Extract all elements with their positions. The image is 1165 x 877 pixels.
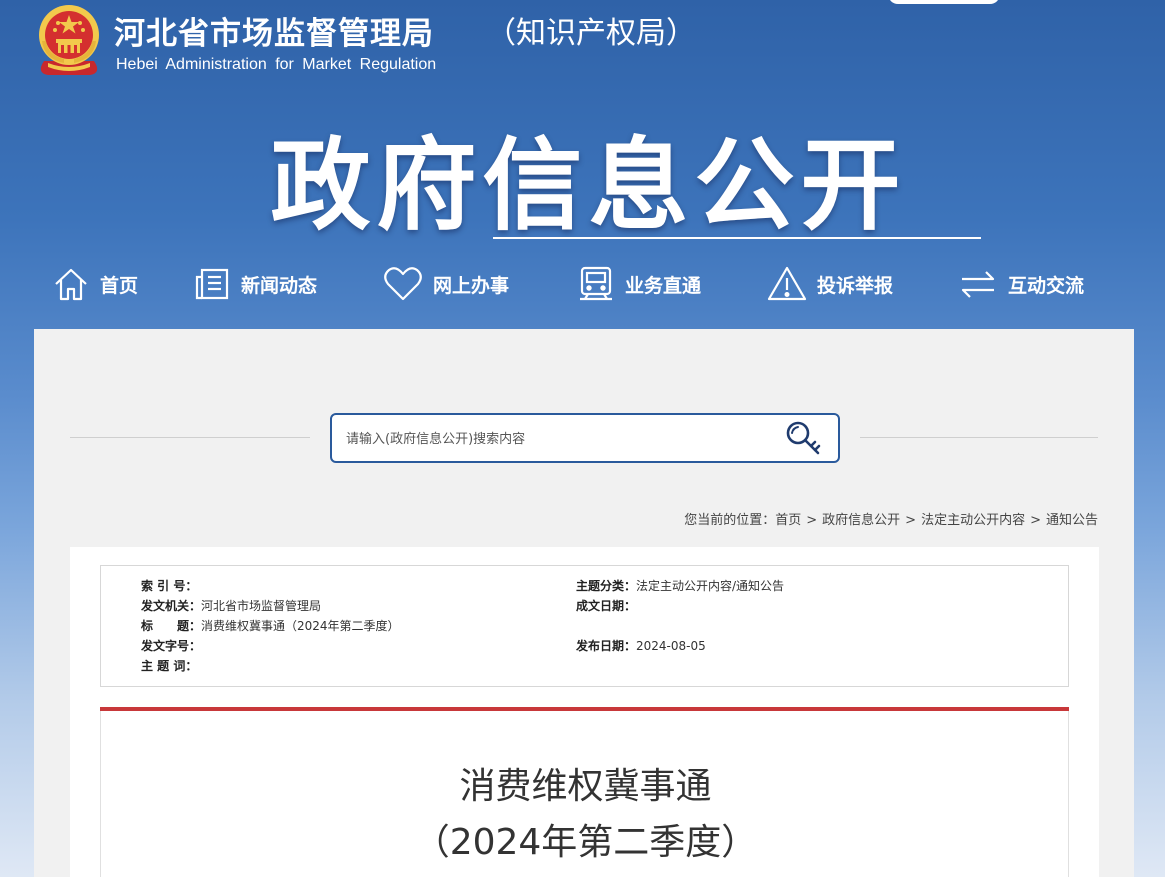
- meta-keywords-label: 主 题 词：: [141, 659, 198, 673]
- heart-icon: [384, 267, 422, 301]
- key-search-icon: [786, 421, 821, 455]
- search-divider-left: [70, 437, 310, 438]
- meta-title-label: 标 题：: [141, 619, 202, 633]
- site-subtitle: （知识产权局）: [486, 16, 696, 51]
- article-subtitle: （2024年第二季度）: [413, 822, 758, 863]
- warning-icon: [767, 266, 807, 301]
- train-icon: [580, 266, 612, 301]
- section-title: 政府信息公开: [270, 127, 907, 244]
- nav-business-direct[interactable]: 业务直通: [577, 262, 701, 306]
- top-login-pill[interactable]: [888, 0, 1000, 4]
- breadcrumb-separator: >: [1030, 513, 1041, 528]
- search-input[interactable]: [346, 427, 766, 451]
- breadcrumb-home[interactable]: 首页: [775, 513, 801, 528]
- home-icon: [55, 268, 87, 301]
- nav-interaction[interactable]: 互动交流: [958, 262, 1084, 306]
- article-body: 消费维权冀事通 （2024年第二季度）: [100, 711, 1069, 877]
- article-title: 消费维权冀事通: [459, 766, 712, 807]
- breadcrumb-separator: >: [905, 513, 917, 528]
- nav-complaints[interactable]: 投诉举报: [767, 262, 893, 306]
- nav-label: 首页: [100, 274, 139, 297]
- meta-docno: 发文字号：: [141, 636, 201, 656]
- meta-index: 索 引 号：: [141, 576, 197, 596]
- nav-label: 投诉举报: [817, 274, 894, 297]
- site-header: 河北省市场监督管理局 （知识产权局） Hebei Administration …: [0, 0, 1165, 330]
- meta-created-label: 成文日期：: [576, 599, 637, 613]
- search-divider-right: [860, 437, 1098, 438]
- breadcrumb-separator: >: [806, 513, 818, 528]
- national-emblem-icon: [39, 5, 99, 75]
- news-icon: [195, 268, 229, 300]
- search-button[interactable]: [784, 419, 824, 459]
- meta-created: 成文日期：: [576, 596, 636, 616]
- meta-title: 标 题：消费维权冀事通（2024年第二季度）: [141, 616, 400, 636]
- breadcrumb: 您当前的位置：首页 > 政府信息公开 > 法定主动公开内容 > 通知公告: [684, 509, 1098, 528]
- exchange-icon: [961, 271, 995, 298]
- meta-published: 发布日期：2024-08-05: [576, 636, 706, 656]
- breadcrumb-notices[interactable]: 通知公告: [1046, 513, 1098, 528]
- main-content: 您当前的位置：首页 > 政府信息公开 > 法定主动公开内容 > 通知公告 索 引 号： 主题…: [34, 329, 1134, 877]
- meta-category-value: 法定主动公开内容/通知公告: [636, 579, 785, 593]
- site-name-en: Hebei Administration for Market Regulati…: [116, 56, 437, 73]
- breadcrumb-gov-info[interactable]: 政府信息公开: [822, 513, 900, 528]
- meta-published-value: 2024-08-05: [636, 639, 706, 653]
- nav-label: 互动交流: [1008, 274, 1085, 297]
- document-meta-table: 索 引 号： 主题分类：法定主动公开内容/通知公告 发文机关：河北省市场监督管理…: [100, 565, 1069, 687]
- meta-published-label: 发布日期：: [576, 639, 637, 653]
- breadcrumb-prefix: 您当前的位置：: [684, 513, 776, 528]
- meta-category: 主题分类：法定主动公开内容/通知公告: [576, 576, 784, 596]
- meta-docno-label: 发文字号：: [141, 639, 202, 653]
- main-nav: 首页 新闻动态 网上办事 业务直通 投诉举报 互动交流: [50, 262, 1130, 306]
- nav-label: 业务直通: [625, 274, 702, 297]
- meta-category-label: 主题分类：: [576, 579, 637, 593]
- meta-issuer-label: 发文机关：: [141, 599, 202, 613]
- meta-issuer-value: 河北省市场监督管理局: [201, 599, 322, 613]
- nav-label: 网上办事: [433, 274, 510, 297]
- site-name: 河北省市场监督管理局: [114, 16, 434, 52]
- meta-index-label: 索 引 号：: [141, 579, 198, 593]
- meta-keywords: 主 题 词：: [141, 656, 197, 676]
- title-underline: [493, 237, 981, 239]
- meta-issuer: 发文机关：河北省市场监督管理局: [141, 596, 321, 616]
- nav-news[interactable]: 新闻动态: [193, 262, 317, 306]
- nav-home[interactable]: 首页: [52, 262, 138, 306]
- breadcrumb-statutory[interactable]: 法定主动公开内容: [921, 513, 1025, 528]
- nav-online-services[interactable]: 网上办事: [383, 262, 509, 306]
- meta-title-value: 消费维权冀事通（2024年第二季度）: [201, 619, 400, 633]
- article-panel: 索 引 号： 主题分类：法定主动公开内容/通知公告 发文机关：河北省市场监督管理…: [70, 547, 1099, 877]
- search-box: [330, 413, 840, 463]
- nav-label: 新闻动态: [241, 274, 318, 297]
